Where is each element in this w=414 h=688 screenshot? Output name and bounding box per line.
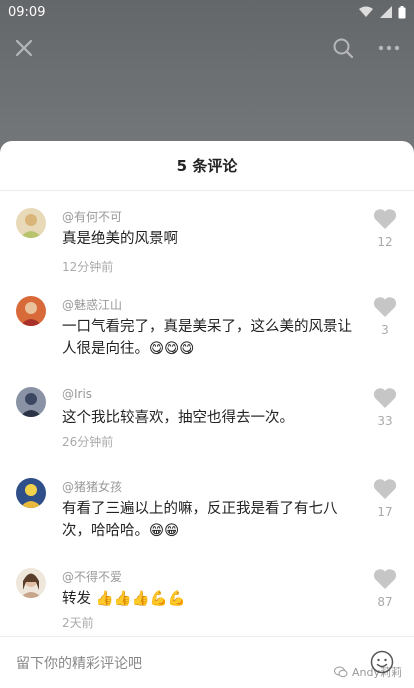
- like-count: 12: [377, 235, 393, 249]
- status-bar: 09:09: [0, 0, 414, 24]
- comment-item: @魅惑江山 一口气看完了，真是美呆了，这么美的风景让人很是向往。😋😋😋 3: [0, 296, 414, 386]
- comment-list: @有何不可 真是绝美的风景啊 12分钟前 12 @魅惑江山 一口气看完了，真是美…: [0, 191, 414, 636]
- comment-item: @Iris 这个我比较喜欢，抽空也得去一次。 26分钟前 33: [0, 387, 414, 477]
- comment-time: 12分钟前: [62, 260, 114, 274]
- status-time: 09:09: [8, 4, 46, 20]
- comments-sheet: 5 条评论 @有何不可 真是绝美的风景啊 12分钟前 12 @魅惑江山 一口气看…: [0, 141, 414, 688]
- like-count: 17: [377, 505, 393, 519]
- more-icon[interactable]: [378, 45, 400, 51]
- avatar[interactable]: [16, 568, 46, 598]
- avatar[interactable]: [16, 478, 46, 508]
- avatar[interactable]: [16, 387, 46, 417]
- wechat-icon: [334, 666, 348, 678]
- comment-input-bar: 留下你的精彩评论吧: [0, 636, 414, 688]
- avatar[interactable]: [16, 208, 46, 238]
- comment-text: 转发 👍👍👍💪💪: [62, 591, 186, 607]
- emoji-icon[interactable]: [370, 650, 394, 674]
- avatar[interactable]: [16, 296, 46, 326]
- comment-time: 2天前: [62, 616, 94, 630]
- comment-username[interactable]: @有何不可: [62, 208, 122, 225]
- top-actions: [332, 37, 400, 59]
- like-count: 87: [377, 595, 393, 609]
- comment-text: 真是绝美的风景啊: [62, 231, 178, 247]
- like-count: 33: [377, 414, 393, 428]
- comment-input[interactable]: 留下你的精彩评论吧: [16, 653, 142, 673]
- comment-username[interactable]: @不得不爱: [62, 568, 122, 585]
- video-top-bar: [0, 28, 414, 68]
- like-button[interactable]: 87: [372, 568, 398, 609]
- wifi-icon: [359, 6, 373, 17]
- heart-icon[interactable]: [373, 568, 397, 589]
- like-button[interactable]: 3: [372, 296, 398, 337]
- comment-item: @有何不可 真是绝美的风景啊 12分钟前 12: [0, 208, 414, 298]
- comment-time: 26分钟前: [62, 435, 114, 449]
- heart-icon[interactable]: [373, 478, 397, 499]
- status-icons: [358, 5, 406, 19]
- comment-item: @猪猪女孩 有看了三遍以上的嘛，反正我是看了有七八次，哈哈哈。😁😁 17: [0, 478, 414, 568]
- like-button[interactable]: 12: [372, 208, 398, 249]
- signal-icon: [380, 6, 392, 18]
- comments-count-title: 5 条评论: [176, 157, 238, 175]
- comment-username[interactable]: @魅惑江山: [62, 296, 122, 313]
- close-icon[interactable]: [14, 38, 34, 58]
- comments-header: 5 条评论: [0, 141, 414, 191]
- comment-text: 有看了三遍以上的嘛，反正我是看了有七八次，哈哈哈。😁😁: [62, 501, 338, 539]
- comment-text: 这个我比较喜欢，抽空也得去一次。: [62, 410, 294, 426]
- comment-username[interactable]: @Iris: [62, 387, 92, 401]
- search-icon[interactable]: [332, 37, 354, 59]
- comment-username[interactable]: @猪猪女孩: [62, 478, 122, 495]
- heart-icon[interactable]: [373, 387, 397, 408]
- like-count: 3: [381, 323, 389, 337]
- heart-icon[interactable]: [373, 296, 397, 317]
- like-button[interactable]: 17: [372, 478, 398, 519]
- heart-icon[interactable]: [373, 208, 397, 229]
- battery-icon: [398, 5, 406, 18]
- like-button[interactable]: 33: [372, 387, 398, 428]
- comment-text: 一口气看完了，真是美呆了，这么美的风景让人很是向往。😋😋😋: [62, 319, 352, 357]
